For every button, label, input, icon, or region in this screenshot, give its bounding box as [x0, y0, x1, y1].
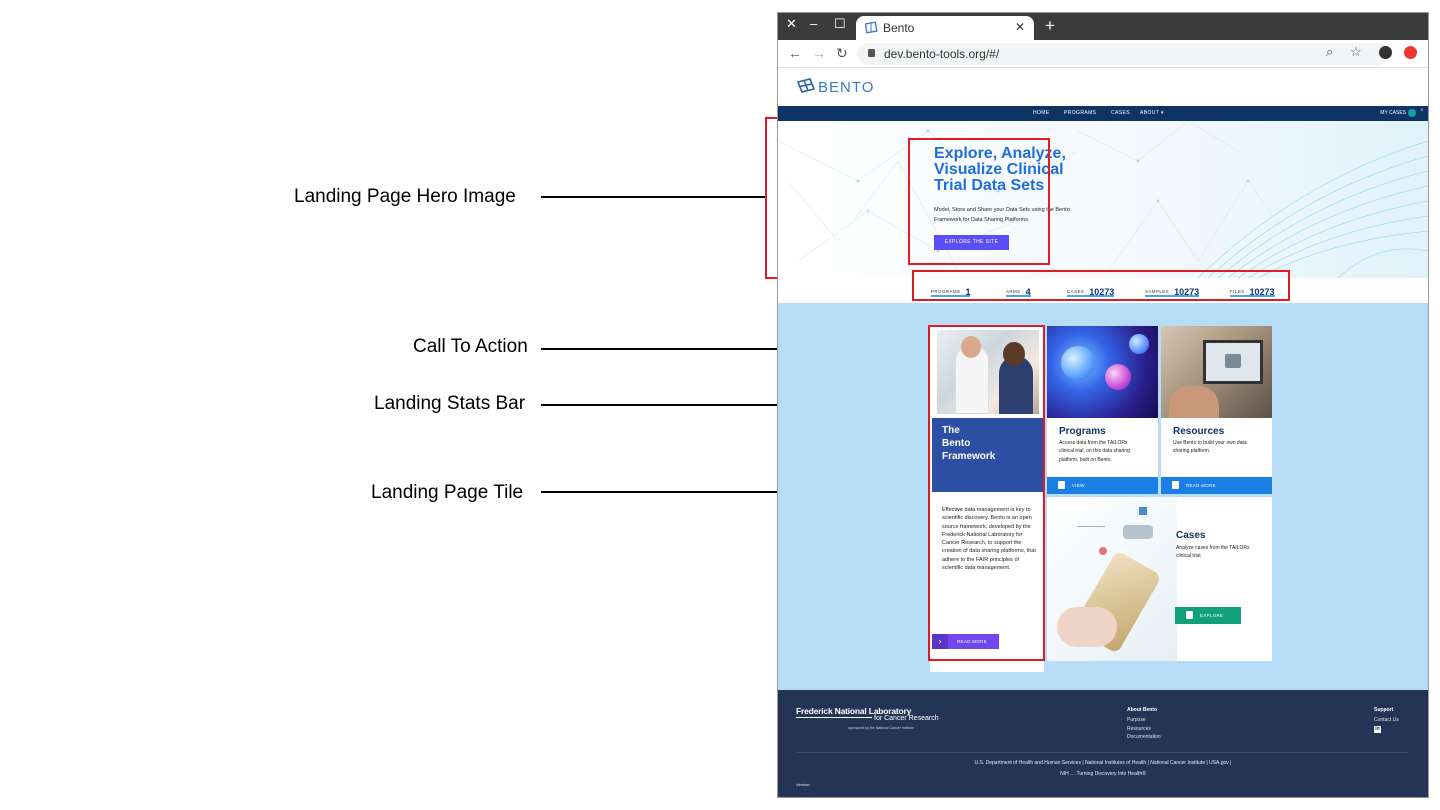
programs-description: Access data from the TAILORx clinical tr…	[1059, 440, 1130, 463]
call-to-action-highlight	[908, 138, 1050, 265]
forward-icon[interactable]: →	[812, 45, 826, 61]
read-more-label: READ MORE	[1186, 483, 1216, 488]
page-tile-highlight	[928, 325, 1045, 661]
resources-title: Resources	[1173, 426, 1225, 437]
cases-phone-image	[1047, 497, 1177, 661]
browser-window: ✕ – ☐ Bento ✕ + ← → ↻ dev.bento-tools.or…	[777, 12, 1429, 798]
document-icon	[1172, 481, 1179, 489]
medical-cross-icon	[1139, 507, 1147, 515]
data-icons-cluster	[1077, 507, 1167, 567]
tab-close-button[interactable]: ✕	[1015, 20, 1025, 34]
footer-link-documentation[interactable]: Documentation	[1127, 734, 1161, 740]
cell-bubble	[1105, 364, 1131, 390]
footer-link-purpose[interactable]: Purpose	[1127, 717, 1161, 723]
tab-bar: ✕ – ☐ Bento ✕ +	[778, 13, 1428, 40]
window-maximize-button[interactable]: ☐	[834, 17, 846, 31]
new-tab-button[interactable]: +	[1045, 16, 1055, 36]
tab-title: Bento	[883, 21, 915, 35]
document-icon	[1058, 481, 1065, 489]
stats-bar-highlight	[912, 270, 1290, 301]
url-text: dev.bento-tools.org/#/	[884, 47, 1000, 61]
bookmark-star-icon[interactable]: ☆	[1350, 44, 1362, 60]
nav-item-home[interactable]: HOME	[1033, 110, 1050, 116]
window-minimize-button[interactable]: –	[810, 17, 817, 31]
footer-logo-rule	[796, 717, 872, 718]
footer-support-section: Support Contact Us in	[1374, 707, 1399, 733]
resources-laptop-image	[1161, 326, 1272, 418]
document-icon	[1186, 611, 1193, 619]
site-logo-text[interactable]: BENTO	[818, 79, 874, 96]
programs-view-button[interactable]: VIEW	[1047, 477, 1158, 494]
programs-cells-image	[1047, 326, 1158, 418]
annotation-line-hero-image	[541, 196, 766, 198]
zoom-icon[interactable]: ⌕	[1326, 44, 1333, 60]
lock-icon	[868, 49, 875, 57]
address-bar-row: ← → ↻ dev.bento-tools.org/#/ ⌕ ☆	[778, 40, 1428, 68]
hero-network-background	[778, 121, 1428, 278]
nav-item-programs[interactable]: PROGRAMS	[1064, 110, 1096, 116]
profile-avatar-icon[interactable]	[1379, 46, 1392, 59]
url-field[interactable]: dev.bento-tools.org/#/	[857, 43, 1389, 65]
cases-description: Analyze cases from the TAILORx clinical …	[1176, 545, 1250, 560]
footer-tagline: NIH … Turning Discovery Into Health®	[1060, 771, 1146, 777]
hero-bracket-top	[765, 117, 777, 119]
my-cases-count: 0	[1420, 107, 1423, 112]
cell-bubble	[1061, 346, 1095, 380]
footer-link-contact-us[interactable]: Contact Us	[1374, 717, 1399, 723]
hero-bracket-bottom	[765, 277, 777, 279]
back-icon[interactable]: ←	[788, 45, 802, 61]
world-map-icon	[1123, 525, 1153, 539]
footer-about-section: About Bento Purpose Resources Documentat…	[1127, 707, 1161, 743]
browser-tab[interactable]: Bento ✕	[856, 16, 1034, 40]
footer-org-subname: for Cancer Research	[874, 715, 939, 722]
annotation-label-stats-bar: Landing Stats Bar	[374, 393, 526, 414]
my-cases-badge	[1408, 109, 1416, 117]
hand-figure	[1169, 386, 1219, 418]
resources-read-more-button[interactable]: READ MORE	[1161, 477, 1272, 494]
cases-explore-button[interactable]: EXPLORE	[1175, 607, 1241, 624]
extension-icon[interactable]	[1404, 46, 1417, 59]
cell-bubble	[1129, 334, 1149, 354]
footer-org-sponsor: sponsored by the National Cancer Institu…	[848, 726, 915, 730]
footer-version: Version:	[796, 782, 811, 787]
window-close-button[interactable]: ✕	[786, 17, 797, 31]
heart-icon	[1099, 547, 1107, 555]
footer-about-heading: About Bento	[1127, 707, 1157, 713]
footer-gov-links[interactable]: U.S. Department of Health and Human Serv…	[778, 760, 1428, 766]
annotation-label-page-tile: Landing Page Tile	[371, 482, 524, 503]
padlock-icon	[1225, 354, 1241, 368]
nav-item-cases[interactable]: CASES	[1111, 110, 1130, 116]
site-header: BENTO	[778, 68, 1428, 106]
page-viewport: BENTO HOME PROGRAMS CASES ABOUT ▾ MY CAS…	[778, 68, 1428, 797]
hero-bracket	[765, 117, 767, 279]
view-label: VIEW	[1072, 483, 1085, 488]
hand-shape	[1057, 607, 1117, 647]
explore-label: EXPLORE	[1200, 613, 1224, 618]
footer-divider	[796, 752, 1408, 753]
reload-icon[interactable]: ↻	[836, 45, 848, 62]
cases-title: Cases	[1176, 530, 1206, 541]
hero-section: Explore, Analyze, Visualize Clinical Tri…	[778, 121, 1428, 278]
site-footer: Frederick National Laboratory for Cancer…	[778, 690, 1428, 797]
tile-cases: Cases Analyze cases from the TAILORx cli…	[1047, 497, 1272, 661]
programs-title: Programs	[1059, 426, 1106, 437]
bento-favicon-icon	[865, 21, 878, 34]
annotation-label-hero-image: Landing Page Hero Image	[294, 186, 516, 207]
tile-programs: Programs Access data from the TAILORx cl…	[1047, 326, 1158, 494]
my-cases-link[interactable]: MY CASES	[1380, 110, 1406, 116]
chart-icon	[1077, 517, 1105, 527]
linkedin-icon[interactable]: in	[1374, 725, 1381, 733]
nav-item-about[interactable]: ABOUT ▾	[1140, 110, 1164, 116]
annotation-label-call-to-action: Call To Action	[413, 336, 528, 357]
bento-logo-icon[interactable]	[796, 77, 816, 95]
footer-support-heading: Support	[1374, 707, 1394, 713]
site-navbar: HOME PROGRAMS CASES ABOUT ▾ MY CASES 0	[778, 106, 1428, 121]
resources-description: Use Bento to build your own data sharing…	[1173, 440, 1247, 455]
footer-link-resources[interactable]: Resources	[1127, 726, 1161, 732]
tile-resources: Resources Use Bento to build your own da…	[1161, 326, 1272, 494]
